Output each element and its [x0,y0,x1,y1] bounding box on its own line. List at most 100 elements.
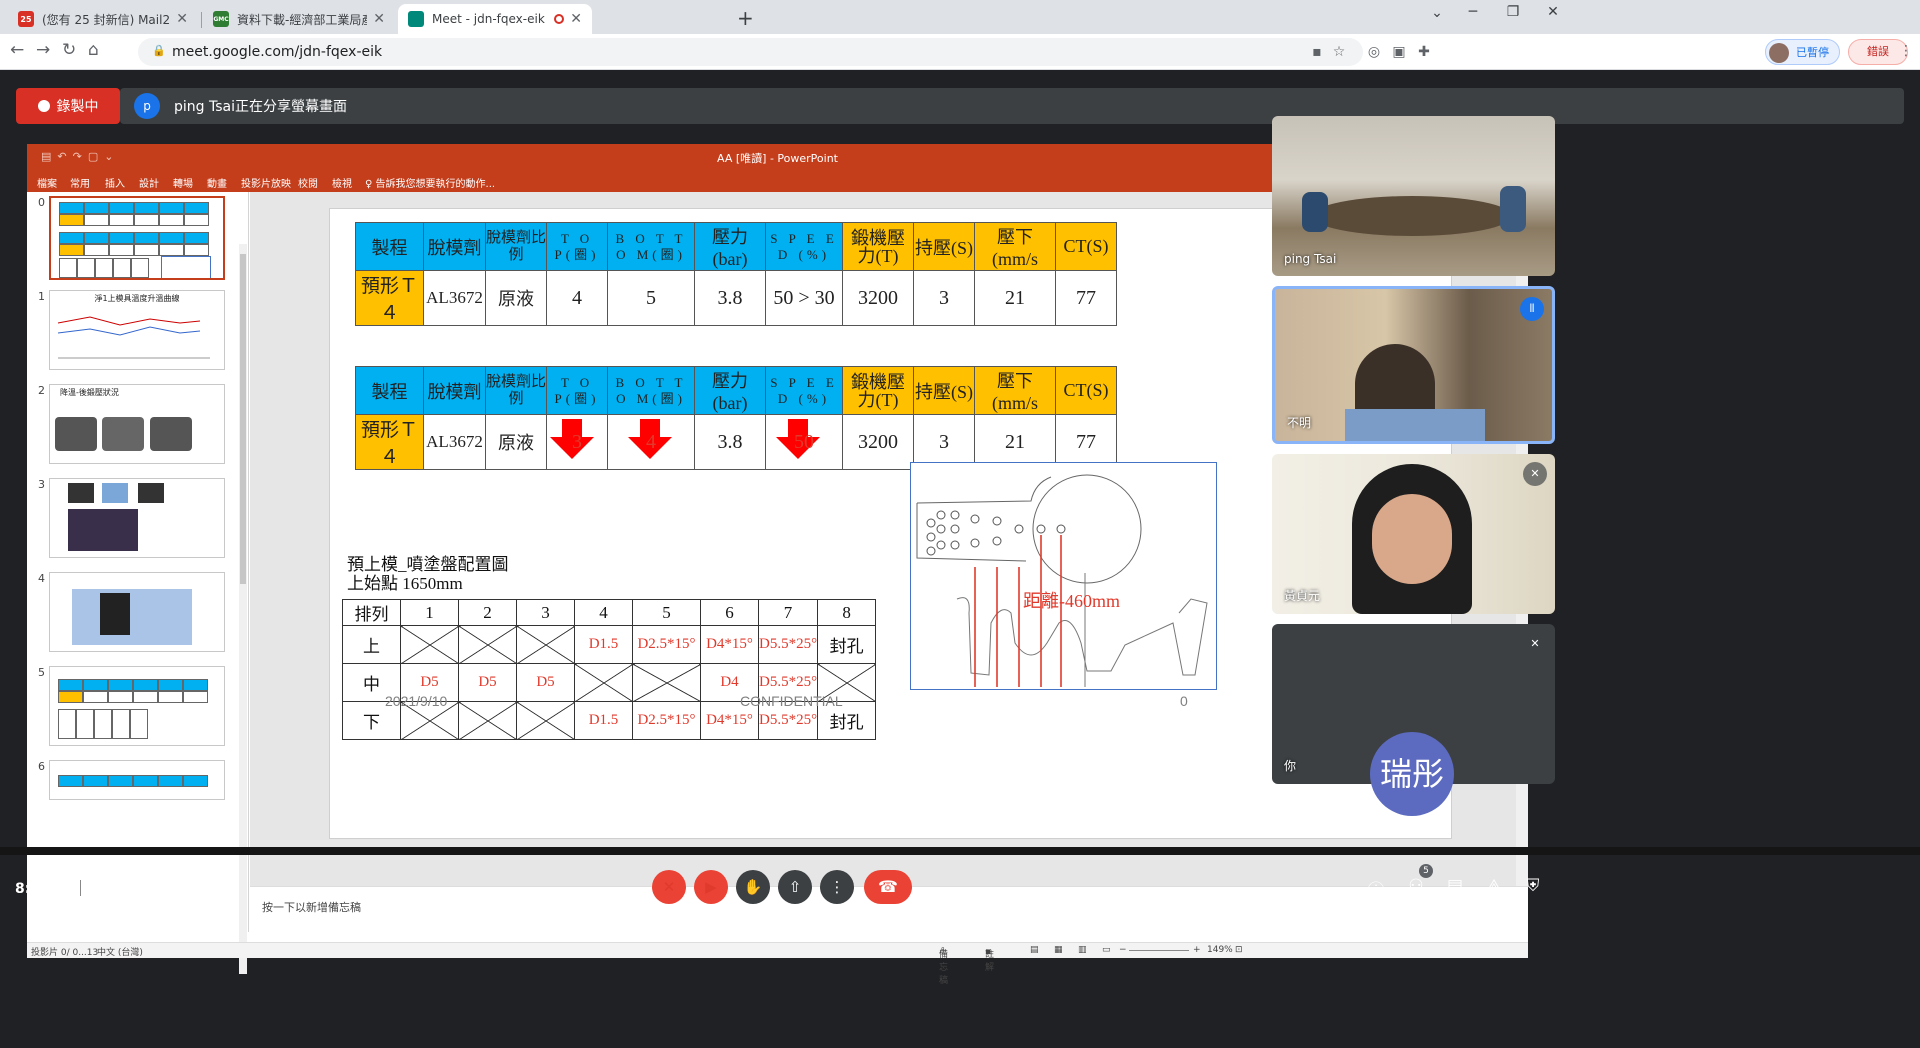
slide-thumbnail-4[interactable] [49,572,225,652]
screen-capture-icon[interactable]: ▣ [1390,43,1408,61]
participant-tile-speaking[interactable]: ⦀ 不明 [1272,286,1555,444]
activities-icon[interactable]: ⟁ [1482,876,1506,896]
config-title: 預上模_噴塗盤配置圖 [347,555,509,574]
slide-thumbnail-3[interactable] [49,478,225,558]
ribbon-tab-review[interactable]: 校閱 [298,175,318,190]
tab-title: (您有 25 封新信) Mail2000電子郵件 [42,12,171,27]
info-icon[interactable]: ⓘ [1364,876,1388,901]
meeting-clock: 8:58 上午 [15,881,83,897]
sorter-view-icon[interactable]: ▦ [1054,945,1063,955]
fit-slide-icon[interactable]: ⊡ [1235,945,1243,955]
record-dot-icon [37,100,50,112]
participant-name: 你 [1284,759,1297,773]
camera-icon[interactable]: ▪ [1308,43,1326,61]
ribbon-tab-insert[interactable]: 插入 [105,175,125,190]
recording-button[interactable]: 錄製中 [16,88,120,124]
zoom-out-icon[interactable]: − [1119,945,1127,955]
config-subtitle: 上始點 1650mm [347,574,463,593]
close-window-icon[interactable]: ✕ [1530,4,1576,20]
spray-diagram: 距離-460mm [910,462,1217,690]
slide-thumbnail-6[interactable] [49,760,225,800]
reload-icon[interactable]: ↻ [62,40,76,60]
thumb-number: 4 [38,572,45,585]
chat-icon[interactable]: ▤ [1443,876,1467,896]
ribbon-tab-slideshow[interactable]: 投影片放映 [241,175,291,190]
participant-tile[interactable]: ✕ 黃貞元 [1272,454,1555,614]
more-vert-icon: ⋮ [829,878,845,896]
browser-toolbar: ← → ↻ ⌂ 🔒 meet.google.com/jdn-fqex-eik ▪… [0,34,1920,70]
ribbon-tab-view[interactable]: 檢視 [332,175,352,190]
browser-menu-icon[interactable]: ⋮ [1899,43,1913,59]
camera-toggle-button[interactable]: ▶ [694,870,728,904]
close-tab-icon[interactable]: ✕ [373,11,385,27]
close-tab-icon[interactable]: ✕ [176,11,188,27]
tab-gmc[interactable]: GMC 資料下載-經濟部工業局產業節能 ✕ [203,4,395,34]
die-profile-drawing: 距離-460mm [916,474,1208,687]
browser-tab-bar: 25 (您有 25 封新信) Mail2000電子郵件 ✕ GMC 資料下載-經… [0,0,1920,34]
more-options-button[interactable]: ⋮ [820,870,854,904]
raise-hand-button[interactable]: ✋ [736,870,770,904]
footer-page-number: 0 [1180,693,1188,709]
camera-off-icon: ▶ [705,878,717,896]
distance-label: 距離-460mm [1023,591,1120,611]
slide-thumbnail-5[interactable] [49,666,225,746]
thumb-number: 1 [38,290,45,303]
meet-favicon-icon [408,11,424,27]
taskbar-strip [0,847,1920,855]
reading-view-icon[interactable]: ▥ [1078,945,1087,955]
address-bar[interactable]: 🔒 meet.google.com/jdn-fqex-eik [138,38,1363,66]
language-indicator: 中文 (台灣) [97,948,143,958]
slide-thumbnail-2[interactable]: 降溫-後鍛壓狀況 [49,384,225,464]
forward-icon[interactable]: → [36,40,50,60]
zoom-in-icon[interactable]: + [1193,945,1201,955]
sharing-text: ping Tsai正在分享螢幕畫面 [174,99,347,115]
slide-thumbnail-1[interactable]: 淨1上模具溫度升溫曲線 [49,290,225,370]
avatar [1769,43,1789,63]
chrome-extension-icon[interactable]: ◎ [1365,43,1383,61]
ribbon-tab-home[interactable]: 常用 [70,175,90,190]
present-button[interactable]: ⇧ [778,870,812,904]
close-tab-icon[interactable]: ✕ [570,11,582,27]
presenter-avatar: p [134,93,160,119]
profile-button[interactable]: 已暫停 [1765,39,1840,65]
ribbon-tab-animations[interactable]: 動畫 [207,175,227,190]
gmc-favicon-icon: GMC [213,11,229,27]
leave-call-button[interactable]: ☎ [864,870,912,904]
mic-toggle-button[interactable]: ✕ [652,870,686,904]
meet-main: 錄製中 p ping Tsai正在分享螢幕畫面 ▤↶↷▢⌄ AA [唯讀] - … [0,70,1920,1048]
ribbon-tab-transitions[interactable]: 轉場 [173,175,193,190]
recording-indicator-icon [554,14,565,24]
url-text: meet.google.com/jdn-fqex-eik [172,44,383,60]
ribbon-tab-design[interactable]: 設計 [139,175,159,190]
slide-thumbnail-0[interactable] [49,196,225,280]
mic-off-icon: ✕ [1523,462,1547,486]
tab-mail[interactable]: 25 (您有 25 封新信) Mail2000電子郵件 ✕ [8,4,198,34]
home-icon[interactable]: ⌂ [88,40,99,60]
footer-confidential: CONFIDENTIAL [740,693,843,709]
mic-off-icon: ✕ [1530,637,1540,650]
extensions-puzzle-icon[interactable]: ✚ [1415,43,1433,61]
zoom-level[interactable]: 149% [1207,945,1233,955]
back-icon[interactable]: ← [10,40,24,60]
ribbon-tab-file[interactable]: 檔案 [37,175,57,190]
bookmark-star-icon[interactable]: ☆ [1330,43,1348,61]
normal-view-icon[interactable]: ▤ [1030,945,1039,955]
participant-tile[interactable]: ping Tsai [1272,116,1555,276]
tell-me-box[interactable]: ♀ 告訴我您想要執行的動作... [365,175,495,190]
people-icon[interactable]: ⚇ [1404,876,1428,896]
params-table-after: 製程 脫模劑 脫模劑比例 T O P(圈) B O T T O M(圈) 壓力(… [355,366,1117,470]
zoom-slider[interactable] [1129,950,1189,951]
params-table-before: 製程 脫模劑 脫模劑比例 T O P(圈) B O T T O M(圈) 壓力(… [355,222,1117,326]
slideshow-view-icon[interactable]: ▭ [1102,945,1111,955]
present-screen-icon: ⇧ [788,878,802,896]
nozzle-layout-table: 排列 1 2 3 4 5 6 7 8 上 D1.5 D2.5*15° D4*15… [342,599,877,740]
host-controls-icon[interactable]: ⛨ [1521,876,1545,896]
tab-title: 資料下載-經濟部工業局產業節能 [237,12,367,27]
participant-name: 不明 [1287,416,1312,430]
thumb-number: 3 [38,478,45,491]
tab-meet[interactable]: Meet - jdn-fqex-eik ✕ [398,4,592,34]
new-tab-icon[interactable]: + [737,6,754,30]
thumb-number: 6 [38,760,45,773]
slide-thumbnail-pane: 0 1 淨1上模具溫度升溫曲線 2 降溫-後鍛壓狀況 3 4 5 6 [27,192,249,974]
thumbnail-scrollbar[interactable] [239,244,247,974]
